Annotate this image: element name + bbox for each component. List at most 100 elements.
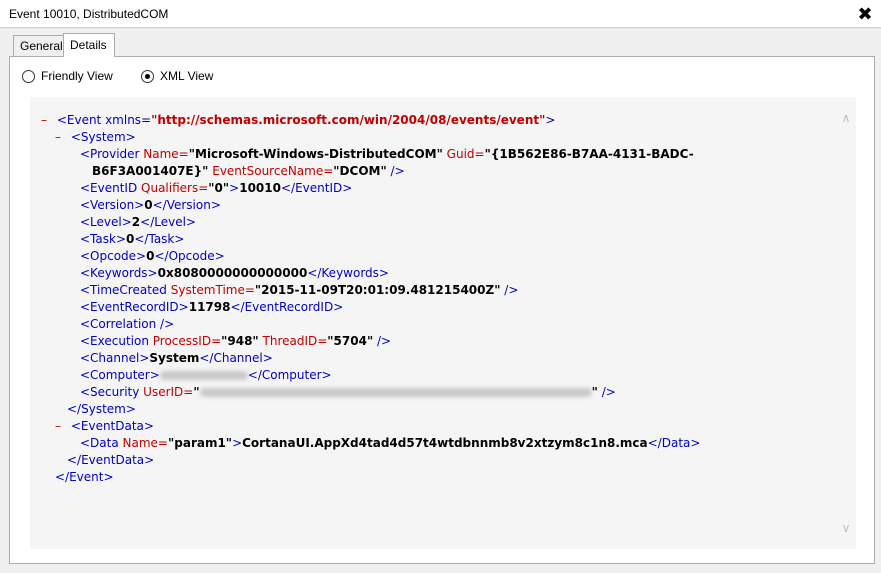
xml-line-opcode: <Opcode>0</Opcode> [30,248,835,265]
opcode-open-tag: <Opcode> [80,249,147,263]
xml-line-computer: <Computer> </Computer> [30,367,835,384]
guid-attr: Guid= [442,147,485,161]
security-self-close: /> [597,385,616,399]
task-open-tag: <Task> [80,232,127,246]
window-title: Event 10010, DistributedCOM [9,7,169,21]
xml-view-option[interactable]: XML View [141,68,213,84]
systemtime-value: "2015-11-09T20:01:09.481215400Z" [254,283,501,297]
xml-line-security: <Security UserID=" " /> [30,384,835,401]
data-name-value: "param1" [168,436,233,450]
opcode-close-tag: </Opcode> [154,249,225,263]
eventid-open-tag: <EventID [80,181,142,195]
system-close-tag: </System> [67,402,136,416]
execution-self-close: /> [373,334,392,348]
provider-name-value: "Microsoft-Windows-DistributedCOM" [188,147,443,161]
xml-line-system-open: – <System> [30,129,835,146]
data-close-tag: </Data> [647,436,701,450]
collapse-system-toggle[interactable]: – [55,129,67,146]
eventid-value: 10010 [239,181,281,195]
level-close-tag: </Level> [140,215,196,229]
xml-line-event-open: – <Event xmlns="http://schemas.microsoft… [30,112,835,129]
channel-value: System [149,351,200,365]
xml-line-level: <Level>2</Level> [30,214,835,231]
tab-details[interactable]: Details [63,33,115,57]
computer-close-tag: </Computer> [247,368,332,382]
scroll-down-icon[interactable]: ∨ [838,521,854,535]
friendly-view-radio[interactable] [22,69,35,83]
xml-line-eventdata-close: </EventData> [30,452,835,469]
provider-name-attr: Name= [143,147,189,161]
task-close-tag: </Task> [134,232,185,246]
threadid-value: "5704" [327,334,374,348]
eventid-gt: > [229,181,240,195]
qualifiers-value: "0" [208,181,230,195]
xml-line-data: <Data Name="param1">CortanaUI.AppXd4tad4… [30,435,835,452]
data-name-attr: Name= [122,436,168,450]
computer-open-tag: <Computer> [80,368,160,382]
event-open-bracket: > [545,113,556,127]
tab-general[interactable]: General [13,35,64,57]
friendly-view-option[interactable]: Friendly View [22,68,113,84]
event-namespace: "http://schemas.microsoft.com/win/2004/0… [151,113,546,127]
data-gt: > [232,436,243,450]
userid-quote-open: " [193,385,200,399]
data-value: CortanaUI.AppXd4tad4d57t4wtdbnnmb8v2xtzy… [242,436,648,450]
xml-line-system-close: </System> [30,401,835,418]
xml-content: – <Event xmlns="http://schemas.microsoft… [30,112,835,486]
friendly-view-label: Friendly View [41,69,113,83]
collapse-event-toggle[interactable]: – [41,112,53,129]
security-tag: <Security [80,385,144,399]
guid-value-part1: "{1B562E86-B7AA-4131-BADC- [484,147,694,161]
level-open-tag: <Level> [80,215,132,229]
timecreated-tag: <TimeCreated [80,283,171,297]
xml-line-provider-cont: B6F3A001407E}" EventSourceName="DCOM" /> [30,163,835,180]
details-panel: Friendly View XML View – <Event xmlns="h… [9,56,875,564]
xml-view-radio[interactable] [141,69,154,83]
data-tag: <Data [80,436,123,450]
close-icon[interactable]: ✖ [855,4,875,24]
guid-value-part2: B6F3A001407E}" [92,164,209,178]
userid-attr: UserID= [143,385,194,399]
computer-redacted [159,371,248,380]
xml-view-area[interactable]: – <Event xmlns="http://schemas.microsoft… [30,97,856,549]
processid-value: "948" [221,334,259,348]
xml-line-execution: <Execution ProcessID="948" ThreadID="570… [30,333,835,350]
keywords-close-tag: </Keywords> [307,266,389,280]
timecreated-self-close: /> [500,283,519,297]
event-open-tag: <Event xmlns= [56,113,152,127]
system-open-tag: <System> [70,130,136,144]
xml-line-keywords: <Keywords>0x8080000000000000</Keywords> [30,265,835,282]
title-bar: Event 10010, DistributedCOM ✖ [0,0,881,28]
execution-tag: <Execution [80,334,153,348]
keywords-value: 0x8080000000000000 [157,266,308,280]
event-source-value: "DCOM" [333,164,387,178]
provider-tag: <Provider [80,147,144,161]
xml-line-provider: <Provider Name="Microsoft-Windows-Distri… [30,146,835,163]
provider-self-close: /> [386,164,405,178]
xml-line-recordid: <EventRecordID>11798</EventRecordID> [30,299,835,316]
level-value: 2 [131,215,141,229]
recordid-open-tag: <EventRecordID> [80,300,189,314]
channel-open-tag: <Channel> [80,351,150,365]
recordid-close-tag: </EventRecordID> [230,300,344,314]
xml-line-eventdata-open: – <EventData> [30,418,835,435]
version-open-tag: <Version> [80,198,145,212]
systemtime-attr: SystemTime= [170,283,255,297]
keywords-open-tag: <Keywords> [80,266,158,280]
correlation-tag: <Correlation /> [80,317,175,331]
version-value: 0 [144,198,153,212]
event-close-tag: </Event> [55,470,114,484]
xml-line-event-close: </Event> [30,469,835,486]
channel-close-tag: </Channel> [199,351,273,365]
scroll-up-icon[interactable]: ∧ [838,111,854,125]
qualifiers-attr: Qualifiers= [141,181,209,195]
xml-line-eventid: <EventID Qualifiers="0">10010</EventID> [30,180,835,197]
collapse-eventdata-toggle[interactable]: – [55,418,67,435]
xml-view-label: XML View [160,69,214,83]
eventid-close-tag: </EventID> [280,181,353,195]
event-source-attr: EventSourceName= [208,164,334,178]
processid-attr: ProcessID= [152,334,222,348]
xml-line-task: <Task>0</Task> [30,231,835,248]
eventdata-open-tag: <EventData> [70,419,154,433]
recordid-value: 11798 [188,300,231,314]
